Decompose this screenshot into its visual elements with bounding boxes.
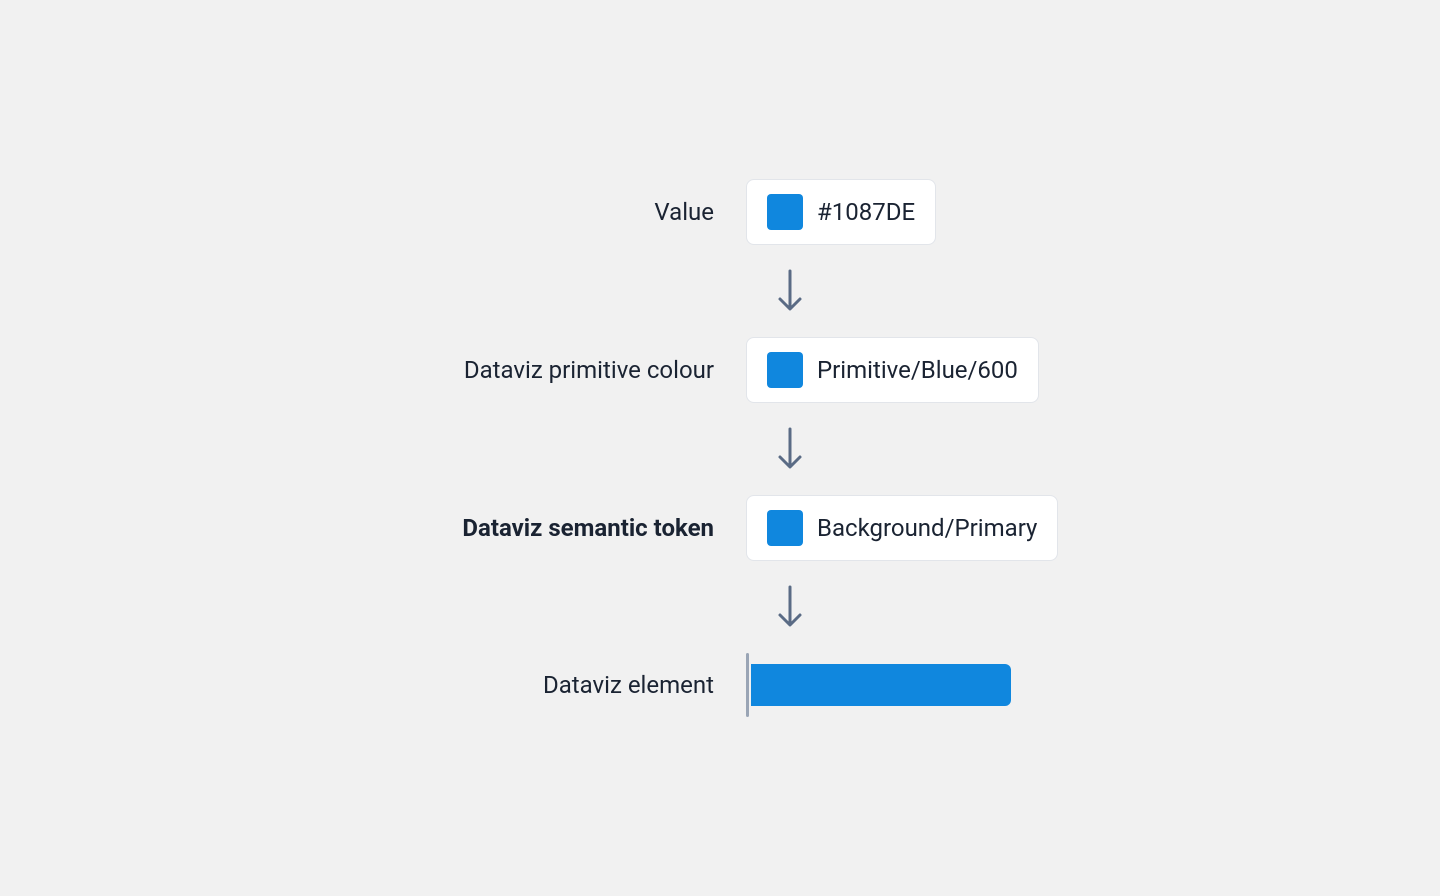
arrow-row <box>314 585 1126 629</box>
chip-value: #1087DE <box>746 179 936 245</box>
level-primitive-row: Dataviz primitive colour Primitive/Blue/… <box>314 337 1126 403</box>
content-col <box>746 653 1126 717</box>
swatch-value <box>767 194 803 230</box>
label-col: Value <box>314 198 714 226</box>
label-element: Dataviz element <box>543 671 714 699</box>
content-col: #1087DE <box>746 179 1126 245</box>
chip-value-text: #1087DE <box>817 198 915 226</box>
arrow-col <box>714 585 806 629</box>
arrow-row <box>314 269 1126 313</box>
arrow-down-icon <box>774 269 806 313</box>
label-col: Dataviz element <box>314 671 714 699</box>
chip-semantic: Background/Primary <box>746 495 1058 561</box>
swatch-semantic <box>767 510 803 546</box>
content-col: Background/Primary <box>746 495 1126 561</box>
chip-primitive: Primitive/Blue/600 <box>746 337 1039 403</box>
label-col: Dataviz semantic token <box>314 514 714 542</box>
label-semantic: Dataviz semantic token <box>462 514 714 542</box>
arrow-down-icon <box>774 585 806 629</box>
label-value: Value <box>654 198 714 226</box>
arrow-col <box>714 427 806 471</box>
chip-semantic-text: Background/Primary <box>817 514 1037 542</box>
token-hierarchy-diagram: Value #1087DE Dataviz primitive colour P… <box>314 179 1126 717</box>
content-col: Primitive/Blue/600 <box>746 337 1126 403</box>
bar-axis-line <box>746 653 749 717</box>
label-primitive: Dataviz primitive colour <box>464 356 714 384</box>
bar-fill <box>751 664 1011 706</box>
chip-primitive-text: Primitive/Blue/600 <box>817 356 1018 384</box>
dataviz-bar-element <box>746 653 1011 717</box>
label-col: Dataviz primitive colour <box>314 356 714 384</box>
level-element-row: Dataviz element <box>314 653 1126 717</box>
arrow-row <box>314 427 1126 471</box>
level-value-row: Value #1087DE <box>314 179 1126 245</box>
swatch-primitive <box>767 352 803 388</box>
arrow-col <box>714 269 806 313</box>
arrow-down-icon <box>774 427 806 471</box>
level-semantic-row: Dataviz semantic token Background/Primar… <box>314 495 1126 561</box>
